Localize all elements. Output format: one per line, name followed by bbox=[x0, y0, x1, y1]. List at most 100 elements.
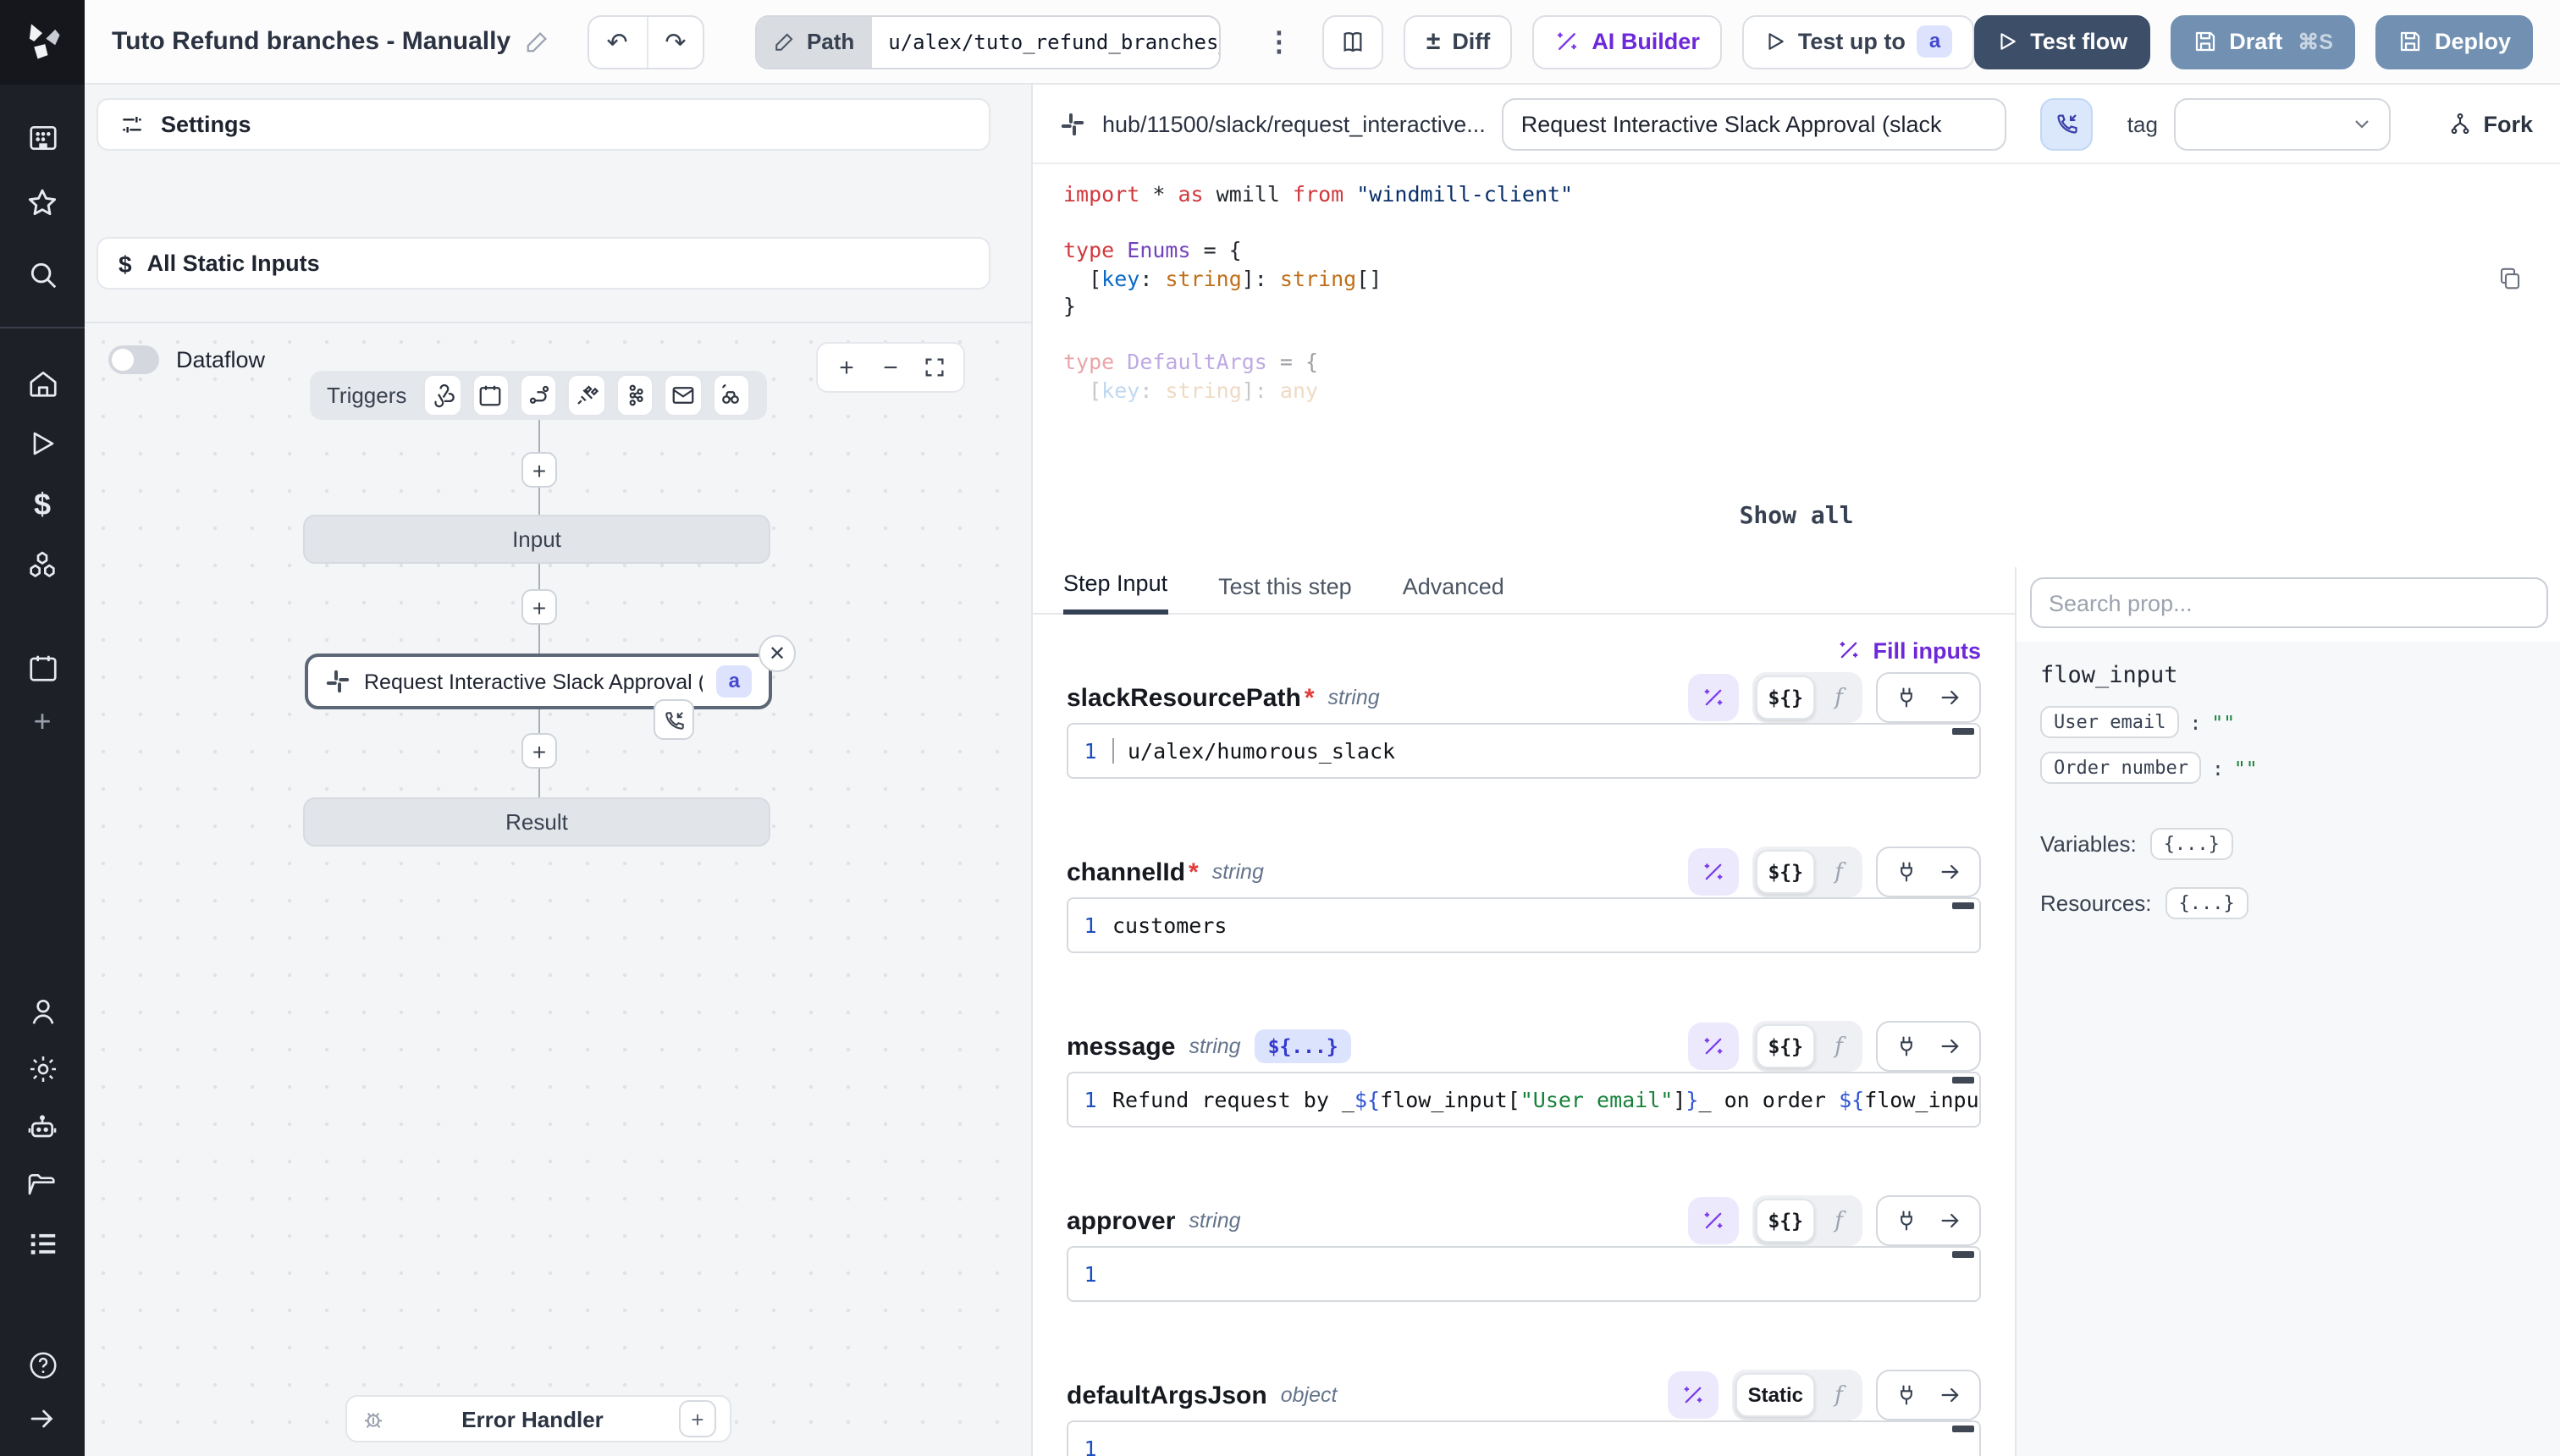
arrow-right-icon[interactable] bbox=[1928, 676, 1972, 720]
tab-step-input[interactable]: Step Input bbox=[1063, 571, 1167, 615]
fork-button[interactable]: Fork bbox=[2447, 111, 2533, 136]
editor-value[interactable]: Refund request by _${flow_input["User em… bbox=[1112, 1087, 1979, 1112]
arrow-right-icon[interactable] bbox=[1928, 1199, 1972, 1243]
plug-icon[interactable] bbox=[1884, 850, 1928, 894]
flow-input-root[interactable]: flow_input bbox=[2040, 662, 2536, 689]
add-error-handler-button[interactable]: + bbox=[679, 1400, 716, 1437]
hub-script-path[interactable]: hub/11500/slack/request_interactive... bbox=[1102, 111, 1486, 136]
dataflow-toggle[interactable] bbox=[108, 345, 159, 374]
tab-test-this-step[interactable]: Test this step bbox=[1218, 574, 1352, 613]
value-editor-approver[interactable]: 1 bbox=[1067, 1246, 1981, 1302]
http-route-trigger-icon[interactable] bbox=[520, 374, 558, 416]
value-editor-defaultArgsJson[interactable]: 1 bbox=[1067, 1420, 1981, 1456]
mode-template-button[interactable]: ${} bbox=[1756, 676, 1815, 720]
path-value-input[interactable]: u/alex/tuto_refund_branches_ bbox=[871, 16, 1222, 67]
ai-robot-icon[interactable] bbox=[0, 1107, 85, 1148]
plug-icon[interactable] bbox=[1884, 676, 1928, 720]
scheduled-poll-trigger-icon[interactable] bbox=[712, 374, 750, 416]
settings-gear-icon[interactable] bbox=[0, 1048, 85, 1089]
ai-fill-button[interactable] bbox=[1688, 1023, 1739, 1070]
prop-key[interactable]: Order number bbox=[2040, 752, 2202, 784]
path-group[interactable]: Path u/alex/tuto_refund_branches_ bbox=[756, 14, 1222, 69]
tab-advanced[interactable]: Advanced bbox=[1403, 574, 1504, 613]
diff-button[interactable]: ± Diff bbox=[1404, 14, 1512, 69]
plug-icon[interactable] bbox=[1884, 1199, 1928, 1243]
windmill-logo[interactable] bbox=[0, 0, 85, 85]
path-chip[interactable]: Path bbox=[758, 16, 871, 67]
create-plus-icon[interactable]: + bbox=[0, 701, 85, 742]
mode-static-button[interactable]: Static bbox=[1736, 1373, 1815, 1417]
schedule-trigger-icon[interactable] bbox=[472, 374, 510, 416]
input-node[interactable]: Input bbox=[303, 515, 770, 564]
home-icon[interactable] bbox=[0, 362, 85, 403]
insert-step-button[interactable]: + bbox=[521, 452, 557, 488]
docs-book-button[interactable] bbox=[1323, 14, 1384, 69]
redo-button[interactable]: ↷ bbox=[646, 16, 703, 67]
insert-step-button[interactable]: + bbox=[521, 733, 557, 769]
test-flow-button[interactable]: Test flow bbox=[1974, 14, 2149, 69]
flow-canvas[interactable]: Dataflow + − Triggers + bbox=[85, 323, 1031, 1456]
mode-function-button[interactable]: f bbox=[1818, 677, 1859, 718]
tag-select[interactable] bbox=[2175, 97, 2392, 150]
mode-function-button[interactable]: f bbox=[1818, 1026, 1859, 1067]
runs-icon[interactable] bbox=[0, 423, 85, 464]
expand-rail-arrow-icon[interactable] bbox=[0, 1398, 85, 1439]
value-editor-message[interactable]: 1 Refund request by _${flow_input["User … bbox=[1067, 1072, 1981, 1128]
prop-key[interactable]: User email bbox=[2040, 706, 2179, 738]
variables-icon[interactable]: $ bbox=[0, 484, 85, 525]
edit-title-pencil-icon[interactable] bbox=[524, 29, 549, 54]
connect-input-group[interactable] bbox=[1876, 672, 1981, 723]
editor-value[interactable]: customers bbox=[1112, 913, 1979, 938]
connect-input-group[interactable] bbox=[1876, 1370, 1981, 1420]
account-icon[interactable] bbox=[0, 990, 85, 1031]
ai-fill-button[interactable] bbox=[1688, 848, 1739, 896]
help-icon[interactable] bbox=[0, 1344, 85, 1385]
search-icon[interactable] bbox=[0, 254, 85, 295]
arrow-right-icon[interactable] bbox=[1928, 1024, 1972, 1068]
mode-function-button[interactable]: f bbox=[1818, 852, 1859, 892]
resources-icon[interactable] bbox=[0, 545, 85, 586]
zoom-in-button[interactable]: + bbox=[828, 349, 865, 386]
remove-step-button[interactable]: ✕ bbox=[759, 635, 796, 672]
draft-button[interactable]: Draft ⌘S bbox=[2170, 14, 2355, 69]
workspace-icon[interactable] bbox=[0, 117, 85, 157]
result-node[interactable]: Result bbox=[303, 797, 770, 847]
websocket-trigger-icon[interactable] bbox=[568, 374, 606, 416]
connect-input-group[interactable] bbox=[1876, 1021, 1981, 1072]
mode-function-button[interactable]: f bbox=[1818, 1200, 1859, 1241]
kafka-trigger-icon[interactable] bbox=[616, 374, 654, 416]
value-editor-channelId[interactable]: 1 customers bbox=[1067, 897, 1981, 953]
mode-template-button[interactable]: ${} bbox=[1756, 1024, 1815, 1068]
connect-input-group[interactable] bbox=[1876, 1195, 1981, 1246]
more-menu-kebab-icon[interactable]: ⋮ bbox=[1266, 25, 1293, 58]
editor-value[interactable]: u/alex/humorous_slack bbox=[1112, 738, 1979, 764]
zoom-out-button[interactable]: − bbox=[872, 349, 909, 386]
ai-fill-button[interactable] bbox=[1688, 674, 1739, 721]
ai-fill-button[interactable] bbox=[1669, 1371, 1719, 1419]
deploy-button[interactable]: Deploy bbox=[2375, 14, 2533, 69]
mode-template-button[interactable]: ${} bbox=[1756, 850, 1815, 894]
all-static-inputs-button[interactable]: $ All Static Inputs bbox=[97, 237, 990, 290]
mode-template-button[interactable]: ${} bbox=[1756, 1199, 1815, 1243]
step-summary-input[interactable]: Request Interactive Slack Approval (slac… bbox=[1503, 97, 2007, 150]
fit-view-button[interactable] bbox=[916, 349, 953, 386]
variables-expander[interactable]: {...} bbox=[2150, 828, 2233, 860]
plug-icon[interactable] bbox=[1884, 1373, 1928, 1417]
email-trigger-icon[interactable] bbox=[664, 374, 702, 416]
ai-fill-button[interactable] bbox=[1688, 1197, 1739, 1244]
favorites-star-icon[interactable] bbox=[0, 183, 85, 223]
show-all-button[interactable]: Show all bbox=[1740, 503, 1854, 530]
plug-icon[interactable] bbox=[1884, 1024, 1928, 1068]
resources-expander[interactable]: {...} bbox=[2166, 887, 2248, 919]
apps-list-icon[interactable] bbox=[0, 1222, 85, 1263]
mode-function-button[interactable]: f bbox=[1818, 1375, 1859, 1415]
value-editor-slackResourcePath[interactable]: 1 u/alex/humorous_slack bbox=[1067, 723, 1981, 779]
insert-step-button[interactable]: + bbox=[521, 589, 557, 625]
fill-inputs-button[interactable]: Fill inputs bbox=[1838, 637, 1982, 663]
error-handler-node[interactable]: Error Handler + bbox=[345, 1395, 731, 1442]
suspend-approval-icon[interactable] bbox=[654, 699, 694, 740]
copy-code-icon[interactable] bbox=[2497, 266, 2523, 291]
ai-builder-button[interactable]: AI Builder bbox=[1532, 14, 1722, 69]
suspend-approval-button[interactable] bbox=[2041, 97, 2094, 150]
flow-settings-button[interactable]: Settings bbox=[97, 98, 990, 151]
